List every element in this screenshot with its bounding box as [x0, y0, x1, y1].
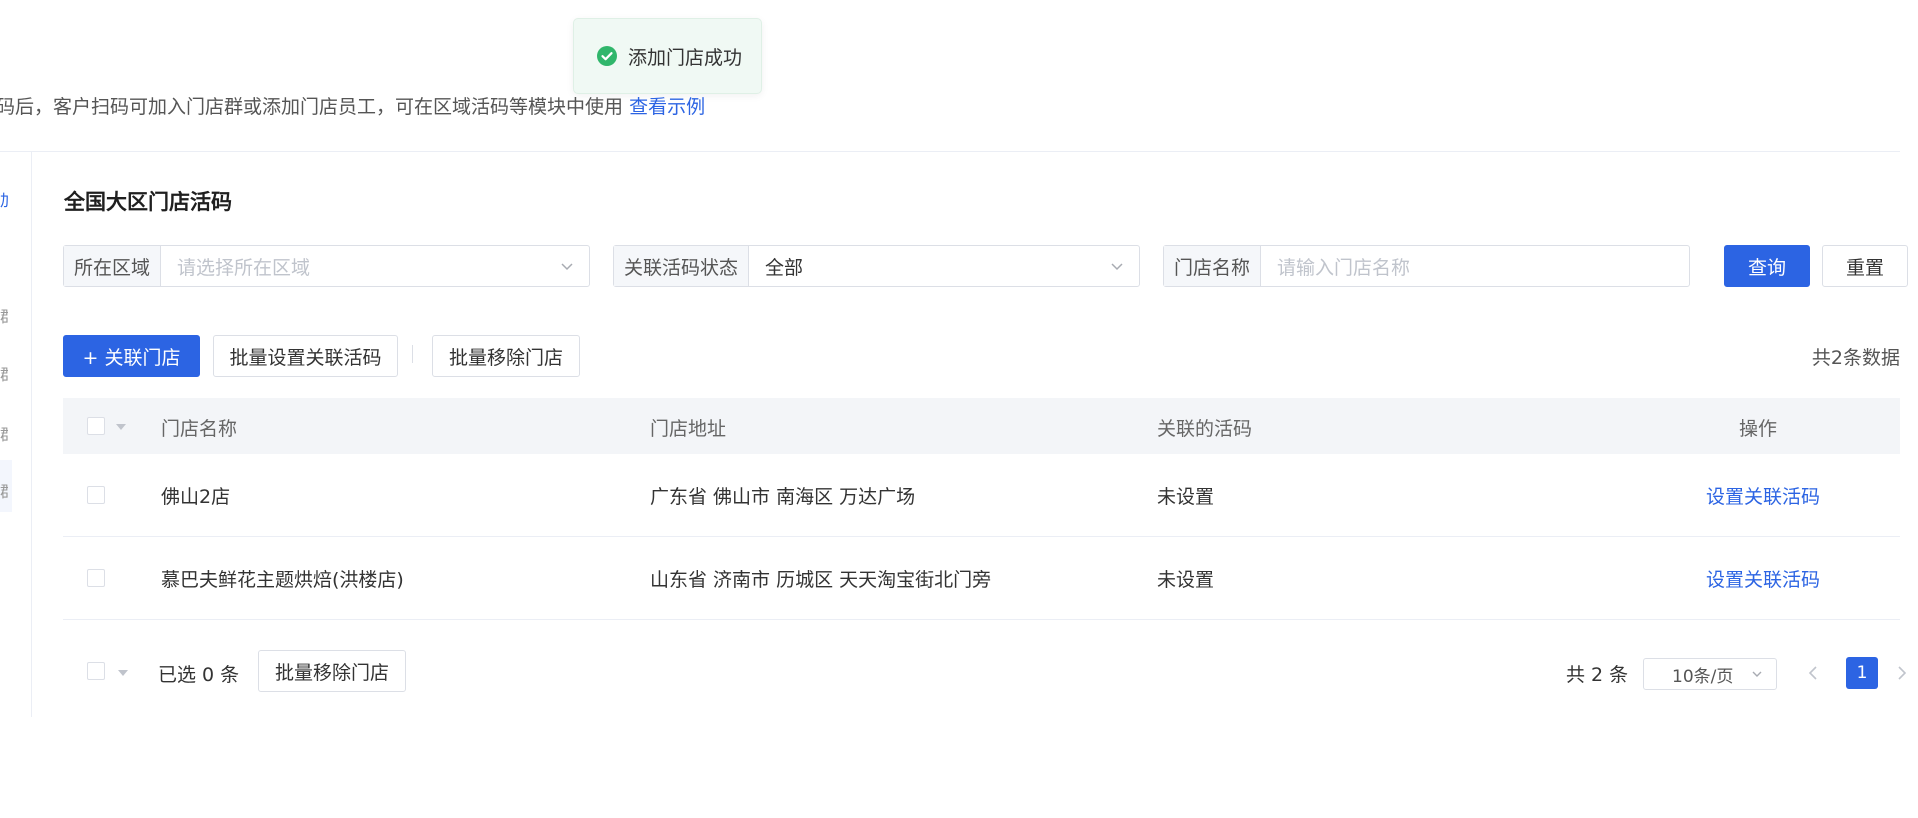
- section-title: 全国大区门店活码: [64, 190, 232, 214]
- store-name-input[interactable]: 请输入门店名称: [1261, 246, 1689, 286]
- next-page-icon[interactable]: [1895, 664, 1909, 682]
- store-address-cell: 广东省 佛山市 南海区 万达广场: [650, 486, 916, 508]
- top-divider: [0, 151, 1900, 152]
- page-number-current[interactable]: 1: [1846, 657, 1878, 689]
- store-name-placeholder: 请输入门店名称: [1277, 256, 1411, 279]
- chevron-down-icon: [561, 263, 573, 271]
- batch-set-code-button[interactable]: 批量设置关联活码: [213, 335, 398, 377]
- footer-batch-remove-button[interactable]: 批量移除门店: [258, 650, 406, 692]
- caret-down-icon[interactable]: [116, 424, 126, 430]
- region-filter-label: 所在区域: [64, 246, 162, 286]
- batch-remove-store-button[interactable]: 批量移除门店: [432, 335, 580, 377]
- pagination-total: 共 2 条: [1566, 664, 1629, 686]
- sidebar-item-partial-2[interactable]: 群: [0, 303, 8, 327]
- status-filter[interactable]: 关联活码状态 全部: [613, 245, 1140, 287]
- linked-code-cell: 未设置: [1157, 486, 1215, 508]
- sidebar-item-partial-4[interactable]: 群: [0, 421, 8, 445]
- linked-code-cell: 未设置: [1157, 569, 1215, 591]
- description-text: 码后，客户扫码可加入门店群或添加门店员工，可在区域活码等模块中使用: [0, 96, 624, 118]
- query-button[interactable]: 查询: [1724, 245, 1810, 287]
- chevron-down-icon: [1111, 263, 1123, 271]
- select-all-checkbox[interactable]: [87, 417, 105, 435]
- table-row: 慕巴夫鲜花主题烘焙(洪楼店) 山东省 济南市 历城区 天天淘宝街北门旁 未设置 …: [63, 537, 1900, 620]
- reset-button[interactable]: 重置: [1822, 245, 1908, 287]
- set-linked-code-link[interactable]: 设置关联活码: [1706, 482, 1820, 509]
- store-name-cell: 佛山2店: [161, 486, 231, 508]
- toast-message: 添加门店成功: [628, 46, 743, 69]
- table-header: 门店名称 门店地址 关联的活码 操作: [63, 398, 1900, 454]
- add-store-button[interactable]: + 关联门店: [63, 335, 200, 377]
- column-header-code: 关联的活码: [1157, 418, 1253, 440]
- region-select-placeholder: 请选择所在区域: [177, 256, 311, 279]
- store-name-filter-label: 门店名称: [1164, 246, 1262, 286]
- status-filter-label: 关联活码状态: [614, 246, 750, 286]
- page-size-value: 10条/页: [1672, 666, 1734, 687]
- status-select-value: 全部: [765, 256, 804, 279]
- page-description: 码后，客户扫码可加入门店群或添加门店员工，可在区域活码等模块中使用 查看示例: [0, 92, 705, 119]
- row-checkbox[interactable]: [87, 569, 105, 587]
- sidebar-item-partial-5[interactable]: 群: [0, 478, 8, 502]
- store-name-filter[interactable]: 门店名称 请输入门店名称: [1163, 245, 1690, 287]
- column-header-address: 门店地址: [650, 418, 727, 440]
- region-filter[interactable]: 所在区域 请选择所在区域: [63, 245, 590, 287]
- store-address-cell: 山东省 济南市 历城区 天天淘宝街北门旁: [650, 569, 992, 591]
- success-toast: 添加门店成功: [573, 18, 762, 94]
- toolbar-separator: [412, 345, 413, 363]
- region-select[interactable]: 请选择所在区域: [161, 246, 589, 286]
- sidebar-item-partial-1[interactable]: 加: [0, 187, 8, 211]
- prev-page-icon[interactable]: [1806, 664, 1820, 682]
- store-name-cell: 慕巴夫鲜花主题烘焙(洪楼店): [161, 569, 404, 591]
- view-example-link[interactable]: 查看示例: [629, 96, 705, 118]
- caret-down-icon[interactable]: [118, 670, 128, 676]
- row-checkbox[interactable]: [87, 486, 105, 504]
- column-header-action: 操作: [1739, 418, 1778, 440]
- sidebar-divider: [31, 152, 32, 717]
- selected-count: 已选 0 条: [158, 664, 240, 686]
- footer-select-all-checkbox[interactable]: [87, 662, 105, 680]
- status-select[interactable]: 全部: [749, 246, 1139, 286]
- total-count: 共2条数据: [1811, 347, 1900, 369]
- sidebar-item-partial-3[interactable]: 群: [0, 361, 8, 385]
- column-header-name: 门店名称: [161, 418, 238, 440]
- check-circle-icon: [597, 46, 617, 66]
- chevron-down-icon: [1752, 671, 1762, 677]
- table-row: 佛山2店 广东省 佛山市 南海区 万达广场 未设置 设置关联活码: [63, 454, 1900, 537]
- page-size-select[interactable]: 10条/页: [1643, 658, 1777, 690]
- set-linked-code-link[interactable]: 设置关联活码: [1706, 565, 1820, 592]
